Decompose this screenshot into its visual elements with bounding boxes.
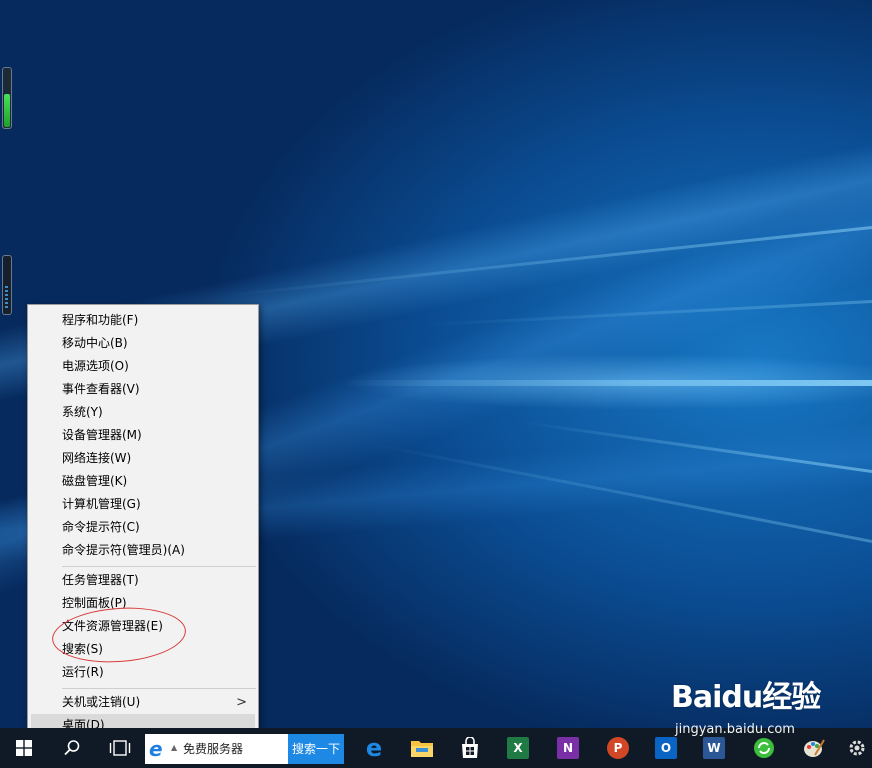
powerpoint-icon[interactable]: P	[596, 728, 640, 768]
desktop-gauge-gadget[interactable]	[2, 67, 12, 129]
submenu-arrow-icon: >	[236, 695, 247, 710]
menu-item-label: 关机或注销(U)	[62, 695, 141, 709]
menu-item-network-connections[interactable]: 网络连接(W)	[31, 447, 255, 470]
menu-item-power-options[interactable]: 电源选项(O)	[31, 355, 255, 378]
store-icon[interactable]	[448, 728, 492, 768]
taskbar-search-box[interactable]: e ▲ 免费服务器	[145, 734, 288, 764]
menu-item-event-viewer[interactable]: 事件查看器(V)	[31, 378, 255, 401]
gauge-fill	[4, 94, 10, 127]
menu-separator	[62, 566, 256, 567]
menu-item-programs-features[interactable]: 程序和功能(F)	[31, 309, 255, 332]
search-text: 免费服务器	[183, 742, 244, 756]
ie-icon: e	[149, 737, 163, 761]
edge-icon[interactable]: e	[352, 728, 396, 768]
search-icon[interactable]	[48, 728, 96, 768]
dropdown-caret-icon: ▲	[171, 743, 178, 752]
excel-icon[interactable]: X	[496, 728, 540, 768]
watermark-logo: Baidu经验	[671, 680, 821, 715]
menu-item-command-prompt[interactable]: 命令提示符(C)	[31, 516, 255, 539]
menu-separator	[62, 688, 256, 689]
settings-icon[interactable]	[842, 728, 872, 768]
windows-start-icon[interactable]	[0, 728, 48, 768]
task-view-icon[interactable]	[96, 728, 144, 768]
baidu-watermark: Baidu经验 jingyan.baidu.com	[671, 672, 821, 737]
file-explorer-icon[interactable]	[400, 728, 444, 768]
menu-item-run[interactable]: 运行(R)	[31, 661, 255, 684]
menu-item-disk-management[interactable]: 磁盘管理(K)	[31, 470, 255, 493]
menu-item-system[interactable]: 系统(Y)	[31, 401, 255, 424]
desktop-side-gadget[interactable]	[2, 255, 12, 315]
gadget-dots	[5, 286, 8, 308]
menu-item-device-manager[interactable]: 设备管理器(M)	[31, 424, 255, 447]
menu-item-mobility-center[interactable]: 移动中心(B)	[31, 332, 255, 355]
menu-item-task-manager[interactable]: 任务管理器(T)	[31, 569, 255, 592]
menu-item-computer-management[interactable]: 计算机管理(G)	[31, 493, 255, 516]
search-button[interactable]: 搜索一下	[288, 734, 344, 764]
watermark-url: jingyan.baidu.com	[675, 722, 795, 737]
menu-item-command-prompt-admin[interactable]: 命令提示符(管理员)(A)	[31, 539, 255, 562]
onenote-icon[interactable]: N	[546, 728, 590, 768]
winx-context-menu: 程序和功能(F) 移动中心(B) 电源选项(O) 事件查看器(V) 系统(Y) …	[27, 304, 259, 740]
menu-item-shutdown-signout[interactable]: 关机或注销(U) >	[31, 691, 255, 714]
paint-icon[interactable]	[792, 728, 836, 768]
